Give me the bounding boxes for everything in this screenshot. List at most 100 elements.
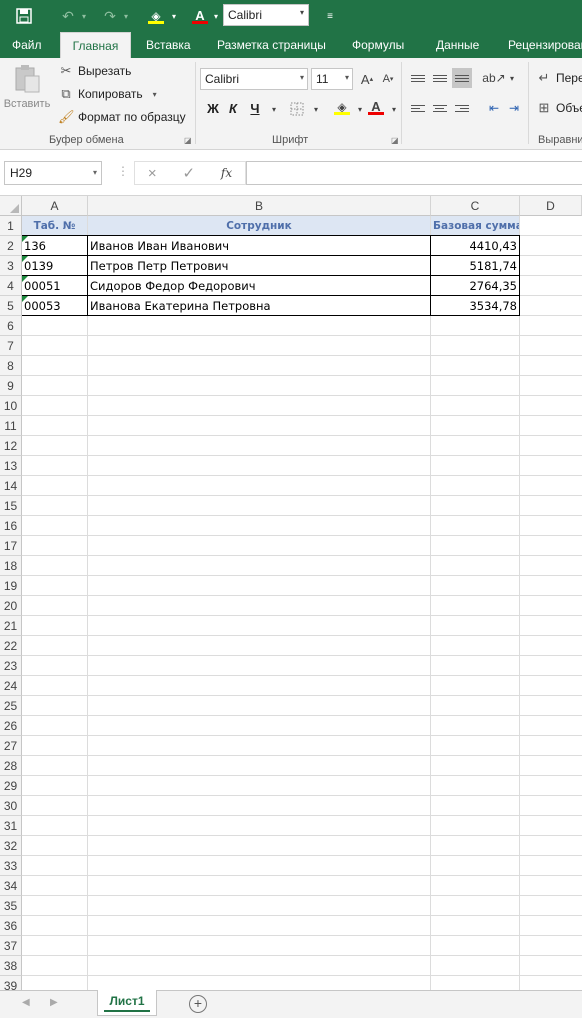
table-cell[interactable]: 3534,78 <box>431 296 519 316</box>
column-header-d[interactable]: D <box>520 196 582 216</box>
row-header[interactable]: 28 <box>0 756 22 776</box>
align-right-icon[interactable] <box>452 98 472 118</box>
cancel-icon[interactable]: × <box>148 165 157 182</box>
chevron-down-icon[interactable]: ▾ <box>306 99 326 119</box>
font-color-dropdown-icon[interactable]: ▾ <box>211 0 221 32</box>
scroll-left-icon[interactable]: ◀ <box>22 997 30 1008</box>
tab-home[interactable]: Главная <box>60 32 131 58</box>
cell-header-base-amount[interactable]: Базовая сумма <box>431 216 519 236</box>
table-cell[interactable]: Иванова Екатерина Петровна <box>88 296 430 316</box>
table-cell[interactable]: Сидоров Федор Федорович <box>88 276 430 296</box>
dialog-launcher-icon[interactable]: ◪ <box>391 136 399 145</box>
row-header[interactable]: 23 <box>0 656 22 676</box>
align-middle-icon[interactable] <box>430 68 450 88</box>
worksheet-grid[interactable]: A B C D 1 2 3 4 5 6 7 8 9 10 11 12 13 14 15 16 17 18 19 20 2… <box>0 196 582 990</box>
column-header-b[interactable]: B <box>88 196 431 216</box>
scroll-right-icon[interactable]: ▶ <box>50 997 58 1008</box>
table-cell[interactable]: 00051 <box>22 276 87 296</box>
format-painter-button[interactable]: 🖌 Формат по образцу <box>58 109 186 125</box>
row-header[interactable]: 8 <box>0 356 22 376</box>
row-header[interactable]: 24 <box>0 676 22 696</box>
chevron-down-icon[interactable]: ▾ <box>264 99 284 119</box>
customize-qat-icon[interactable]: ≡ <box>322 0 338 32</box>
row-header[interactable]: 15 <box>0 496 22 516</box>
table-cell[interactable]: 5181,74 <box>431 256 519 276</box>
table-cell[interactable]: 136 <box>22 236 87 256</box>
row-header[interactable]: 2 <box>0 236 22 256</box>
row-header[interactable]: 9 <box>0 376 22 396</box>
row-header[interactable]: 11 <box>0 416 22 436</box>
table-cell[interactable]: Иванов Иван Иванович <box>88 236 430 256</box>
font-color-icon[interactable]: A <box>366 97 386 117</box>
row-header[interactable]: 12 <box>0 436 22 456</box>
save-icon[interactable] <box>12 0 36 32</box>
row-header[interactable]: 4 <box>0 276 22 296</box>
decrease-indent-icon[interactable]: ⇤ <box>484 98 504 118</box>
table-cell[interactable]: 4410,43 <box>431 236 519 256</box>
tab-insert[interactable]: Вставка <box>146 32 191 58</box>
row-header[interactable]: 18 <box>0 556 22 576</box>
paste-button[interactable]: Вставить <box>4 64 50 110</box>
orientation-icon[interactable]: ab↗ <box>482 68 505 88</box>
row-header[interactable]: 27 <box>0 736 22 756</box>
row-header[interactable]: 22 <box>0 636 22 656</box>
row-header[interactable]: 7 <box>0 336 22 356</box>
copy-button[interactable]: ⧉ Копировать ▾ <box>58 86 156 102</box>
dialog-launcher-icon[interactable]: ◪ <box>184 136 192 145</box>
table-cell[interactable]: 00053 <box>22 296 87 316</box>
row-header[interactable]: 32 <box>0 836 22 856</box>
align-left-icon[interactable] <box>408 98 428 118</box>
formula-input[interactable] <box>246 161 582 185</box>
redo-icon[interactable]: ↷ <box>100 0 120 32</box>
align-top-icon[interactable] <box>408 68 428 88</box>
align-center-icon[interactable] <box>430 98 450 118</box>
cell-header-tab-no[interactable]: Таб. № <box>22 216 87 236</box>
chevron-down-icon[interactable]: ▾ <box>502 68 522 88</box>
name-box[interactable]: H29 ▾ <box>4 161 102 185</box>
row-header[interactable]: 1 <box>0 216 22 236</box>
row-header[interactable]: 36 <box>0 916 22 936</box>
cell-header-employee[interactable]: Сотрудник <box>88 216 430 236</box>
row-header[interactable]: 21 <box>0 616 22 636</box>
tab-file[interactable]: Файл <box>12 32 42 58</box>
row-header[interactable]: 34 <box>0 876 22 896</box>
row-header[interactable]: 25 <box>0 696 22 716</box>
insert-function-button[interactable]: fx <box>221 166 232 180</box>
qat-font-select[interactable]: Calibri ▾ <box>223 4 309 26</box>
row-header[interactable]: 30 <box>0 796 22 816</box>
cut-button[interactable]: ✂ Вырезать <box>58 63 132 79</box>
row-header[interactable]: 3 <box>0 256 22 276</box>
row-header[interactable]: 37 <box>0 936 22 956</box>
table-cell[interactable]: 0139 <box>22 256 87 276</box>
font-name-select[interactable]: Calibri ▾ <box>200 68 308 90</box>
tab-page-layout[interactable]: Разметка страницы <box>217 32 326 58</box>
bold-button[interactable]: Ж <box>202 98 224 120</box>
row-header[interactable]: 13 <box>0 456 22 476</box>
undo-icon[interactable]: ↶ <box>58 0 78 32</box>
sheet-tab-list1[interactable]: Лист1 <box>97 990 157 1016</box>
row-header[interactable]: 19 <box>0 576 22 596</box>
row-header[interactable]: 6 <box>0 316 22 336</box>
wrap-text-button[interactable]: ↵ Перен <box>536 70 582 86</box>
row-header[interactable]: 16 <box>0 516 22 536</box>
fill-color-icon[interactable]: ◈ <box>145 0 167 32</box>
row-header[interactable]: 26 <box>0 716 22 736</box>
row-header[interactable]: 31 <box>0 816 22 836</box>
column-header-c[interactable]: C <box>431 196 520 216</box>
tab-review[interactable]: Рецензирован <box>508 32 582 58</box>
font-color-icon[interactable]: A <box>190 0 210 32</box>
table-cell[interactable]: Петров Петр Петрович <box>88 256 430 276</box>
row-header[interactable]: 20 <box>0 596 22 616</box>
enter-icon[interactable]: ✓ <box>182 164 195 182</box>
merge-button[interactable]: ⊞ Объе <box>536 100 582 116</box>
row-header[interactable]: 39 <box>0 976 22 990</box>
fill-color-dropdown-icon[interactable]: ▾ <box>169 0 179 32</box>
row-header[interactable]: 29 <box>0 776 22 796</box>
redo-dropdown-icon[interactable]: ▾ <box>121 0 131 32</box>
fill-color-icon[interactable]: ◈ <box>332 97 352 117</box>
tab-data[interactable]: Данные <box>436 32 479 58</box>
align-bottom-icon[interactable] <box>452 68 472 88</box>
row-header[interactable]: 35 <box>0 896 22 916</box>
row-header[interactable]: 5 <box>0 296 22 316</box>
resize-handle-icon[interactable]: ⋮ <box>117 164 129 178</box>
